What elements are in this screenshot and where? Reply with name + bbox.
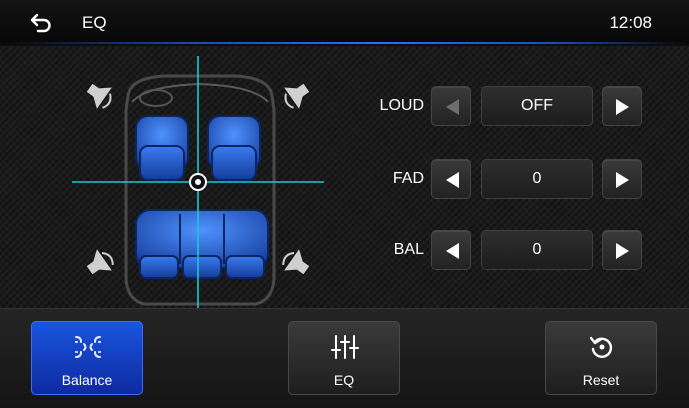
tab-reset[interactable]: Reset bbox=[545, 321, 657, 395]
eq-sliders-icon bbox=[331, 335, 359, 359]
loud-increase-button[interactable] bbox=[602, 86, 642, 126]
speaker-rear-left-icon bbox=[86, 249, 114, 275]
balance-fader-view[interactable] bbox=[60, 50, 340, 310]
loud-value: OFF bbox=[481, 86, 593, 126]
left-arrow-icon bbox=[446, 243, 459, 259]
balance-icon bbox=[75, 336, 101, 358]
top-bar: EQ 12:08 bbox=[0, 0, 689, 44]
page-title: EQ bbox=[82, 13, 107, 32]
fad-decrease-button[interactable] bbox=[431, 159, 471, 199]
tab-reset-label: Reset bbox=[582, 372, 620, 388]
bal-decrease-button[interactable] bbox=[431, 230, 471, 270]
bal-value: 0 bbox=[481, 230, 593, 270]
speaker-front-right-icon bbox=[284, 83, 310, 109]
left-arrow-icon bbox=[446, 172, 459, 188]
fad-increase-button[interactable] bbox=[602, 159, 642, 199]
loud-label: LOUD bbox=[379, 97, 424, 114]
steering-wheel bbox=[139, 89, 173, 107]
right-arrow-icon bbox=[616, 99, 629, 115]
clock: 12:08 bbox=[609, 13, 652, 32]
header-glow-line bbox=[0, 42, 689, 44]
speaker-front-left-icon bbox=[86, 83, 112, 109]
tab-eq-label: EQ bbox=[333, 372, 355, 388]
loud-decrease-button[interactable] bbox=[431, 86, 471, 126]
back-button[interactable] bbox=[28, 9, 56, 35]
main-panel: LOUD OFF FAD 0 BAL 0 bbox=[0, 46, 689, 308]
left-arrow-icon bbox=[446, 99, 459, 115]
rear-seats bbox=[135, 209, 269, 279]
bottom-tab-bar: Balance EQ Reset bbox=[0, 308, 689, 408]
tab-eq[interactable]: EQ bbox=[288, 321, 400, 395]
reset-icon bbox=[589, 336, 613, 358]
fad-value: 0 bbox=[481, 159, 593, 199]
right-arrow-icon bbox=[616, 172, 629, 188]
tab-balance-label: Balance bbox=[61, 372, 113, 388]
bal-label: BAL bbox=[393, 241, 424, 258]
back-arrow-icon bbox=[30, 13, 51, 33]
right-arrow-icon bbox=[616, 243, 629, 259]
bal-increase-button[interactable] bbox=[602, 230, 642, 270]
tab-balance[interactable]: Balance bbox=[31, 321, 143, 395]
car-diagram bbox=[72, 56, 324, 308]
speaker-rear-right-icon bbox=[282, 249, 310, 275]
fad-label: FAD bbox=[392, 170, 424, 187]
